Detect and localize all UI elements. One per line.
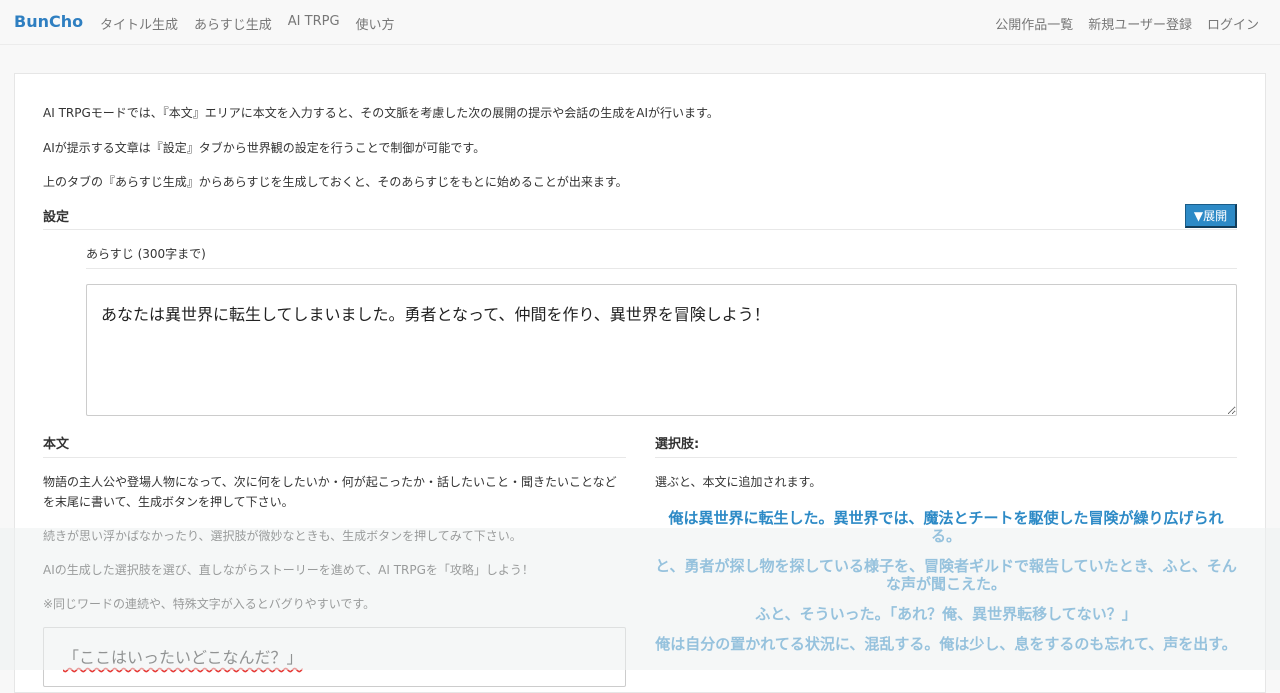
expand-settings-button[interactable]: ▼展開 — [1185, 204, 1237, 228]
body-instruction-4: ※同じワードの連続や、特殊文字が入るとバグりやすいです。 — [43, 597, 376, 611]
body-instruction-3: AIの生成した選択肢を選び、直しながらストーリーを進めて、AI TRPGを「攻略… — [43, 563, 534, 577]
intro-line-3: 上のタブの『あらすじ生成』からあらすじを生成しておくと、そのあらすじをもとに始め… — [43, 175, 628, 189]
synopsis-divider — [86, 268, 1237, 269]
settings-heading: 設定 — [43, 210, 70, 225]
body-instruction-1: 物語の主人公や登場人物になって、次に何をしたいか・何が起こったか・話したいこと・… — [43, 475, 617, 509]
choices-note: 選ぶと、本文に追加されます。 — [655, 475, 822, 489]
body-instruction-2: 続きが思い浮かばなかったり、選択肢が微妙なときも、生成ボタンを押してみて下さい。 — [43, 529, 522, 543]
navbar: BunCho タイトル生成 あらすじ生成 AI TRPG 使い方 公開作品一覧 … — [0, 0, 1280, 45]
nav-ai-trpg[interactable]: AI TRPG — [288, 14, 340, 33]
body-text-content[interactable]: 「ここはいったいどこなんだ？」 — [63, 644, 303, 668]
choices-heading: 選択肢: — [655, 437, 700, 452]
nav-login[interactable]: ログイン — [1207, 14, 1259, 33]
settings-divider — [43, 229, 1237, 230]
synopsis-textarea[interactable]: あなたは異世界に転生してしまいました。勇者となって、仲間を作り、異世界を冒険しよ… — [86, 284, 1237, 416]
intro-line-1: AI TRPGモードでは、『本文』エリアに本文を入力すると、その文脈を考慮した次… — [43, 106, 719, 120]
choice-option-3[interactable]: ふと、そういった。「あれ？俺、異世界転移してない？」 — [655, 605, 1237, 623]
nav-public-works[interactable]: 公開作品一覧 — [995, 14, 1073, 33]
nav-left-links: タイトル生成 あらすじ生成 AI TRPG 使い方 — [100, 14, 395, 33]
intro-line-2: AIが提示する文章は『設定』タブから世界観の設定を行うことで制御が可能です。 — [43, 141, 486, 155]
nav-right-links: 公開作品一覧 新規ユーザー登録 ログイン — [995, 14, 1259, 33]
nav-signup[interactable]: 新規ユーザー登録 — [1088, 14, 1192, 33]
synopsis-label: あらすじ (300字まで) — [86, 247, 206, 261]
body-heading: 本文 — [43, 437, 70, 452]
body-divider — [43, 457, 626, 458]
choices-divider — [655, 457, 1237, 458]
nav-title-generation[interactable]: タイトル生成 — [100, 14, 178, 33]
nav-how-to-use[interactable]: 使い方 — [356, 14, 395, 33]
nav-synopsis-generation[interactable]: あらすじ生成 — [194, 14, 272, 33]
choice-option-1[interactable]: 俺は異世界に転生した。異世界では、魔法とチートを駆使した冒険が繰り広げられる。 — [655, 509, 1237, 545]
choice-option-4[interactable]: 俺は自分の置かれてる状況に、混乱する。俺は少し、息をするのも忘れて、声を出す。 — [655, 635, 1237, 653]
choice-option-2[interactable]: と、勇者が探し物を探している様子を、冒険者ギルドで報告していたとき、ふと、そんな… — [655, 557, 1237, 593]
brand-logo[interactable]: BunCho — [14, 12, 83, 31]
